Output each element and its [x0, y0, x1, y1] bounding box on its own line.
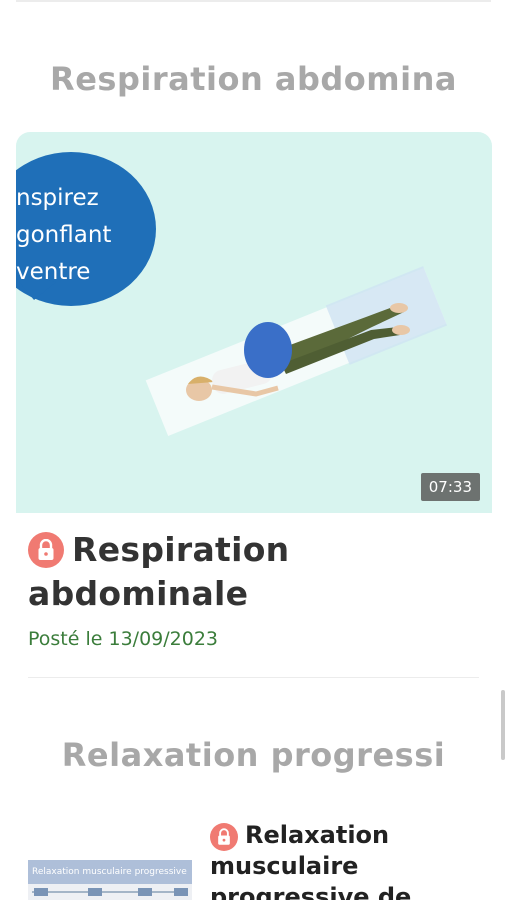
belly-highlight — [244, 322, 292, 378]
screen: Respiration abdomina nspirez gonflant ve… — [0, 0, 507, 900]
bubble-line: gonflant — [16, 222, 112, 248]
bubble-line: ventre — [16, 259, 91, 285]
thumbnail-diagram — [32, 888, 188, 896]
divider — [16, 0, 491, 2]
section-heading: Relaxation progressi — [61, 736, 446, 774]
section-heading: Respiration abdomina — [50, 60, 457, 98]
article-title[interactable]: Relaxation musculaire progressive de — [210, 820, 480, 900]
lock-icon — [28, 532, 64, 568]
bubble-line: nspirez — [16, 185, 99, 211]
video-thumbnail[interactable]: nspirez gonflant ventre 07:33 — [16, 132, 492, 513]
divider — [28, 677, 479, 678]
article-thumbnail[interactable]: Relaxation musculaire progressive — [28, 860, 192, 900]
thumbnail-title: Relaxation musculaire progressive — [28, 860, 192, 884]
video-title[interactable]: Respiration abdominale — [28, 528, 478, 616]
video-duration: 07:33 — [420, 473, 480, 501]
posted-date: Posté le 13/09/2023 — [28, 628, 218, 650]
lock-icon — [210, 823, 238, 851]
bubble-text: nspirez gonflant ventre — [16, 180, 146, 291]
